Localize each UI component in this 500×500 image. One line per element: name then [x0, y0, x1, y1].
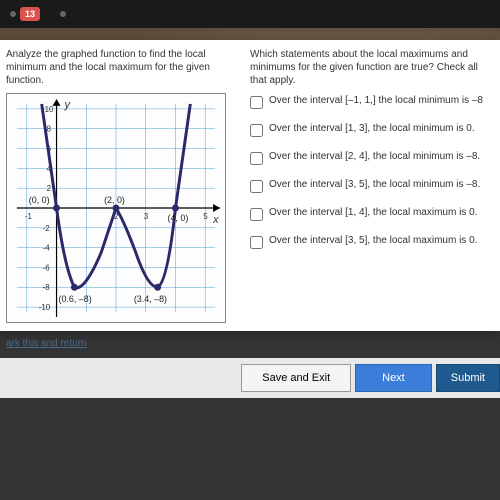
svg-text:10: 10: [45, 105, 54, 114]
checkbox[interactable]: [250, 180, 263, 193]
option-label: Over the interval [2, 4], the local mini…: [269, 151, 480, 163]
option-4[interactable]: Over the interval [1, 4], the local maxi…: [250, 207, 494, 221]
svg-text:-4: -4: [43, 244, 51, 253]
question-text: Which statements about the local maximum…: [250, 48, 494, 87]
option-label: Over the interval [3, 5], the local maxi…: [269, 235, 477, 247]
option-label: Over the interval [1, 3], the local mini…: [269, 123, 475, 135]
question-card: Analyze the graphed function to find the…: [0, 40, 500, 331]
point-label: (2, 0): [104, 195, 125, 205]
point-label: (0.6, –8): [59, 294, 92, 304]
button-row: Save and Exit Next Submit: [0, 358, 500, 398]
prompt-text: Analyze the graphed function to find the…: [6, 48, 240, 87]
svg-text:3: 3: [144, 212, 149, 221]
tab-group: 13: [10, 7, 40, 21]
svg-text:8: 8: [47, 125, 52, 134]
option-0[interactable]: Over the interval [–1, 1,] the local min…: [250, 95, 494, 109]
svg-text:5: 5: [203, 212, 208, 221]
tab-dot: [60, 11, 66, 17]
checkbox[interactable]: [250, 96, 263, 109]
svg-text:-10: -10: [39, 303, 51, 312]
option-5[interactable]: Over the interval [3, 5], the local maxi…: [250, 235, 494, 249]
tab-dot: [10, 11, 16, 17]
point-label: (4, 0): [168, 213, 189, 223]
x-axis-label: x: [212, 214, 219, 226]
checkbox[interactable]: [250, 152, 263, 165]
point-label: (0, 0): [29, 195, 50, 205]
mark-return-link[interactable]: ark this and return: [6, 338, 87, 349]
option-label: Over the interval [1, 4], the local maxi…: [269, 207, 477, 219]
option-1[interactable]: Over the interval [1, 3], the local mini…: [250, 123, 494, 137]
svg-text:-6: -6: [43, 263, 51, 272]
svg-text:2: 2: [47, 184, 51, 193]
svg-text:-1: -1: [25, 212, 33, 221]
checkbox[interactable]: [250, 236, 263, 249]
tab-group: [60, 11, 66, 17]
graph-figure: y x 1086 42 -2-4-6 -8-10 -123 5 (0, 0) (…: [6, 93, 226, 323]
notification-badge[interactable]: 13: [20, 7, 40, 21]
checkbox[interactable]: [250, 208, 263, 221]
submit-button[interactable]: Submit: [436, 364, 500, 392]
browser-topbar: 13: [0, 0, 500, 28]
left-column: Analyze the graphed function to find the…: [6, 48, 246, 323]
y-axis-label: y: [63, 99, 70, 111]
option-label: Over the interval [–1, 1,] the local min…: [269, 95, 483, 107]
option-3[interactable]: Over the interval [3, 5], the local mini…: [250, 179, 494, 193]
point-label: (3.4, –8): [134, 294, 167, 304]
next-button[interactable]: Next: [355, 364, 432, 392]
option-2[interactable]: Over the interval [2, 4], the local mini…: [250, 151, 494, 165]
save-exit-button[interactable]: Save and Exit: [241, 364, 351, 392]
right-column: Which statements about the local maximum…: [246, 48, 494, 323]
options-list: Over the interval [–1, 1,] the local min…: [250, 95, 494, 249]
checkbox[interactable]: [250, 124, 263, 137]
option-label: Over the interval [3, 5], the local mini…: [269, 179, 480, 191]
svg-text:-8: -8: [43, 283, 51, 292]
svg-text:-2: -2: [43, 224, 50, 233]
